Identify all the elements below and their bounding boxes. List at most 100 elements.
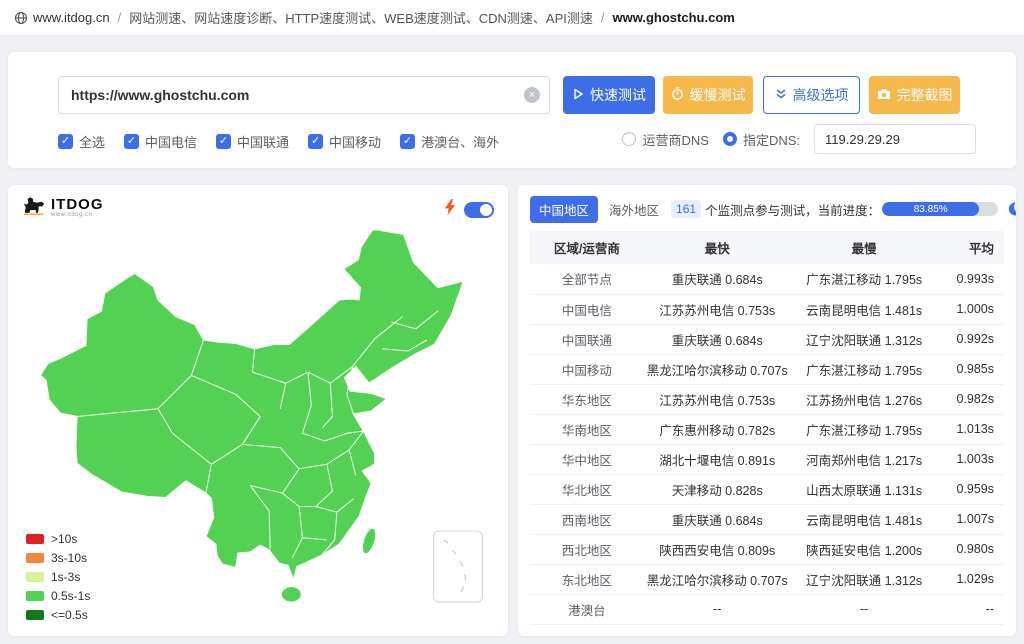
cell-slowest: 辽宁沈阳联通 1.312s	[790, 324, 938, 355]
table-row: 华东地区 江苏苏州电信 0.753s 江苏扬州电信 1.276s 0.982s	[530, 384, 1004, 415]
cell-slowest: 辽宁沈阳联通 1.312s	[790, 564, 938, 595]
cell-fastest: --	[643, 594, 791, 625]
clear-input-icon[interactable]: ×	[524, 87, 540, 103]
legend-item: 0.5s-1s	[26, 589, 90, 603]
specified-dns-label: 指定DNS:	[742, 132, 800, 148]
map-controls	[444, 199, 494, 220]
advanced-options-button[interactable]: 高级选项	[763, 76, 860, 114]
checkbox-box-icon[interactable]: ✓	[308, 133, 324, 149]
cell-average: 1.029s	[937, 564, 1004, 595]
map-legend: >10s 3s-10s 1s-3s 0.5s-1s <=0.5s	[26, 527, 90, 622]
cell-region: 西北地区	[530, 534, 644, 565]
legend-label: 1s-3s	[51, 570, 81, 584]
isp-checkbox[interactable]: ✓ 港澳台、海外	[400, 132, 499, 151]
stopwatch-icon	[671, 87, 684, 103]
column-header: 区域/运营商	[530, 231, 644, 264]
dns-option-group: 运营商DNS 指定DNS:	[622, 124, 976, 154]
cell-region: 中国电信	[530, 294, 644, 325]
full-screenshot-button[interactable]: 完整截图	[869, 76, 960, 114]
cell-slowest: 云南昆明电信 1.481s	[790, 504, 938, 535]
play-icon	[572, 87, 584, 103]
table-row: 西北地区 陕西西安电信 0.809s 陕西延安电信 1.200s 0.980s	[530, 534, 1004, 565]
map-mode-toggle[interactable]	[464, 201, 494, 218]
checkbox-label: 中国联通	[237, 134, 290, 150]
dns-input[interactable]	[814, 124, 976, 154]
dog-icon	[22, 195, 46, 221]
table-row: 西南地区 重庆联通 0.684s 云南昆明电信 1.481s 1.007s	[530, 504, 1004, 535]
carrier-dns-radio[interactable]: 运营商DNS	[622, 130, 709, 149]
breadcrumb-separator: /	[600, 10, 605, 25]
isp-checkbox-group: ✓ 全选 ✓ 中国电信 ✓ 中国联通 ✓ 中国移动 ✓ 港澳台、海外	[58, 130, 499, 152]
cell-region: 华中地区	[530, 444, 644, 475]
fast-test-button[interactable]: 快速测试	[563, 76, 655, 114]
moon-icon[interactable]	[1005, 201, 1016, 217]
slow-test-button[interactable]: 缓慢测试	[663, 76, 753, 114]
table-row: 华南地区 广东惠州移动 0.782s 广东湛江移动 1.795s 1.013s	[530, 414, 1004, 445]
column-header: 最快	[643, 231, 791, 264]
cell-region: 东北地区	[530, 564, 644, 595]
checkbox-box-icon[interactable]: ✓	[124, 133, 140, 149]
checkbox-label: 港澳台、海外	[421, 134, 500, 150]
cell-average: 0.982s	[937, 384, 1004, 415]
isp-checkbox[interactable]: ✓ 中国电信	[124, 132, 197, 151]
results-table-header: 区域/运营商 最快 最慢 平均	[530, 231, 1004, 264]
full-screenshot-label: 完整截图	[896, 87, 953, 103]
url-input[interactable]	[58, 76, 550, 114]
legend-swatch	[26, 572, 44, 582]
cell-fastest: 湖北十堰电信 0.891s	[643, 444, 791, 475]
cell-average: --	[937, 594, 1004, 625]
isp-checkbox[interactable]: ✓ 全选	[58, 132, 105, 151]
checkbox-label: 全选	[79, 134, 106, 150]
carrier-dns-label: 运营商DNS	[642, 132, 709, 148]
cell-fastest: 重庆联通 0.684s	[643, 264, 791, 295]
legend-item: 1s-3s	[26, 570, 90, 584]
tab-china-region[interactable]: 中国地区	[530, 195, 599, 223]
cell-fastest: 江苏苏州电信 0.753s	[643, 384, 791, 415]
legend-label: 3s-10s	[51, 551, 88, 565]
cell-slowest: 云南昆明电信 1.481s	[790, 294, 938, 325]
cell-fastest: 天津移动 0.828s	[643, 474, 791, 505]
table-row: 东北地区 黑龙江哈尔滨移动 0.707s 辽宁沈阳联通 1.312s 1.029s	[530, 564, 1004, 595]
checkbox-box-icon[interactable]: ✓	[58, 133, 73, 149]
table-row: 港澳台 -- -- --	[530, 594, 1004, 625]
isp-checkbox[interactable]: ✓ 中国联通	[216, 132, 289, 151]
cell-slowest: 河南郑州电信 1.217s	[790, 444, 938, 475]
radio-circle[interactable]	[722, 132, 737, 146]
cell-fastest: 重庆联通 0.684s	[643, 504, 791, 535]
breadcrumb-separator: /	[117, 10, 122, 25]
cell-average: 0.993s	[937, 264, 1004, 295]
radio-circle[interactable]	[622, 132, 637, 146]
cell-slowest: --	[790, 594, 938, 625]
slow-test-label: 缓慢测试	[689, 87, 746, 103]
cell-fastest: 黑龙江哈尔滨移动 0.707s	[643, 564, 791, 595]
cell-slowest: 江苏扬州电信 1.276s	[790, 384, 938, 415]
progress-bar: 83.85%	[882, 202, 999, 216]
camera-icon	[877, 87, 891, 103]
itdog-logo: ITDOG www.itdog.cn	[22, 195, 104, 221]
breadcrumb-target-domain: www.ghostchu.com	[612, 10, 735, 25]
specified-dns-radio[interactable]: 指定DNS:	[722, 130, 800, 149]
isp-checkbox[interactable]: ✓ 中国移动	[308, 132, 381, 151]
cell-slowest: 广东湛江移动 1.795s	[790, 354, 938, 385]
cell-region: 全部节点	[530, 264, 644, 295]
cell-average: 1.007s	[937, 504, 1004, 535]
checkbox-box-icon[interactable]: ✓	[216, 133, 232, 149]
cell-average: 0.992s	[937, 324, 1004, 355]
progress-fill: 83.85%	[882, 202, 980, 216]
globe-icon	[14, 11, 28, 25]
cell-slowest: 广东湛江移动 1.795s	[790, 264, 938, 295]
cell-region: 华北地区	[530, 474, 644, 505]
column-header: 最慢	[790, 231, 938, 264]
tab-overseas-region[interactable]: 海外地区	[609, 200, 659, 219]
monitor-count-badge: 161	[671, 200, 702, 218]
legend-item: >10s	[26, 532, 90, 546]
results-panel: 中国地区 海外地区 161 个监测点参与测试，当前进度： 83.85% 区域/运…	[518, 185, 1016, 636]
breadcrumb: www.itdog.cn / 网站测速、网站速度诊断、HTTP速度测试、WEB速…	[0, 0, 1024, 36]
breadcrumb-site-link[interactable]: www.itdog.cn	[33, 10, 110, 25]
cell-fastest: 重庆联通 0.684s	[643, 324, 791, 355]
cell-region: 华东地区	[530, 384, 644, 415]
table-row: 中国移动 黑龙江哈尔滨移动 0.707s 广东湛江移动 1.795s 0.985s	[530, 354, 1004, 385]
legend-swatch	[26, 610, 44, 620]
checkbox-box-icon[interactable]: ✓	[400, 133, 416, 149]
results-table: 区域/运营商 最快 最慢 平均 全部节点 重庆联通 0.684s 广东湛江移动 1.795…	[530, 231, 1004, 625]
